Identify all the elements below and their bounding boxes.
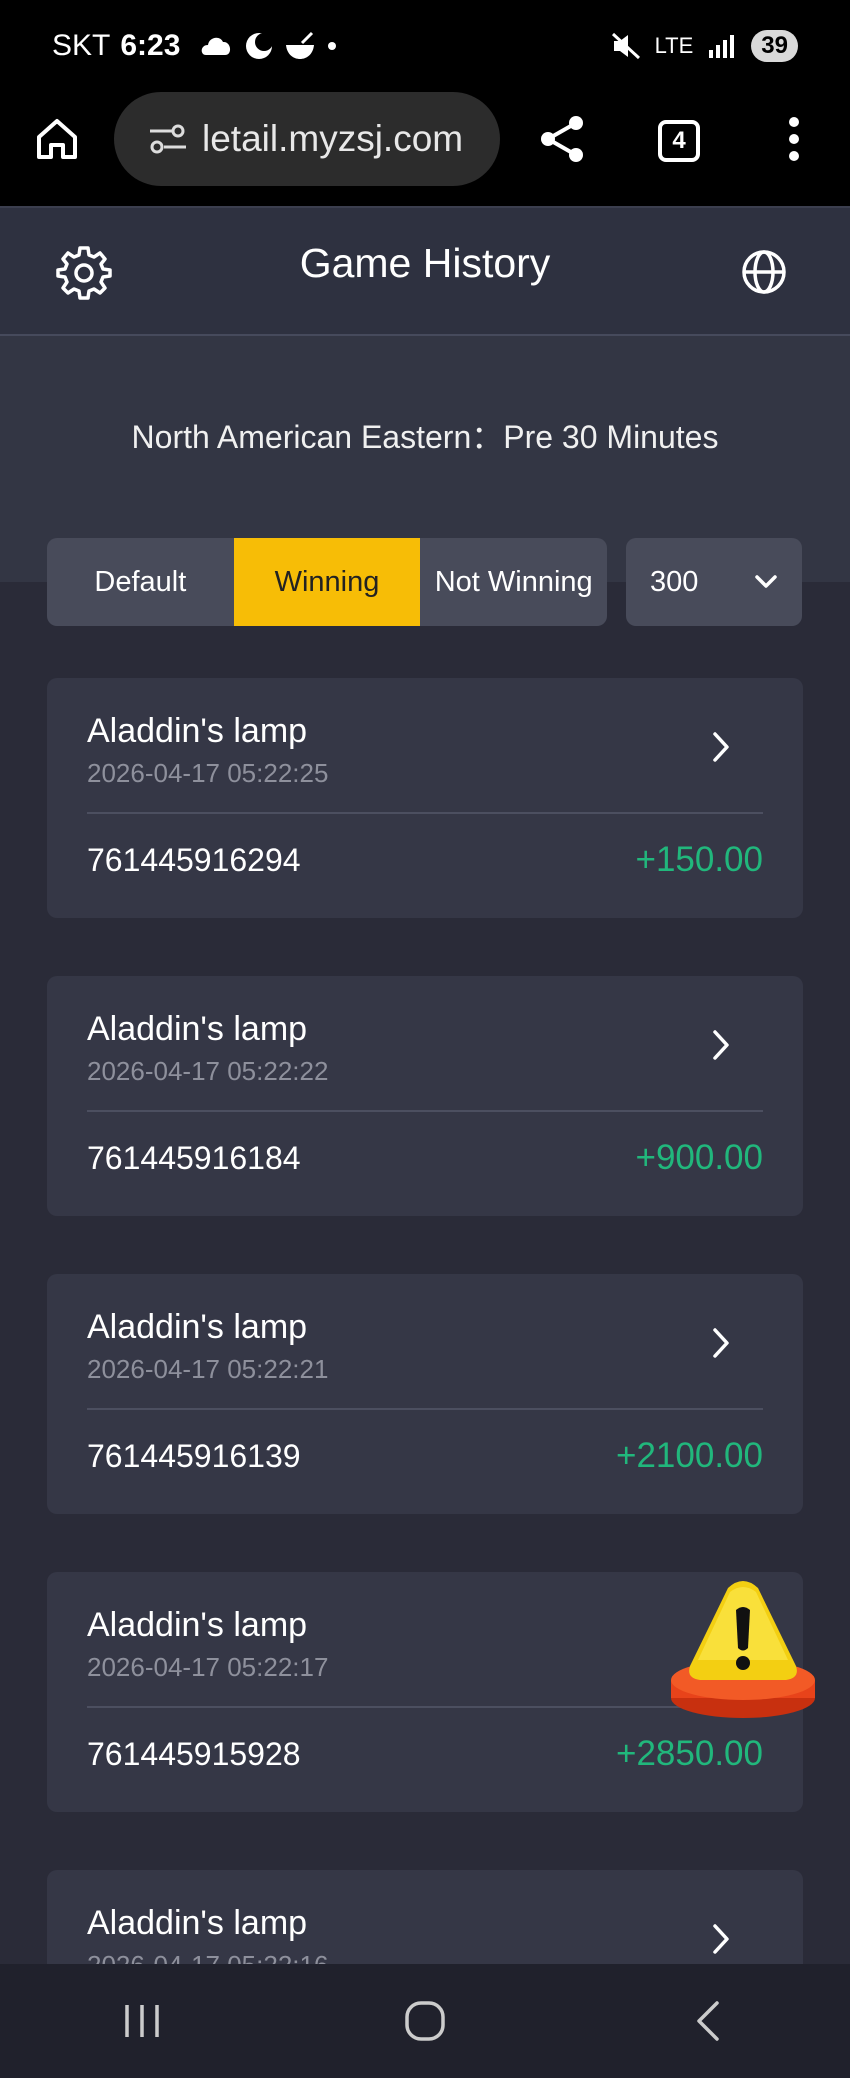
- app-header: Game History: [0, 206, 850, 336]
- network-type: LTE: [654, 33, 694, 58]
- record-time: 2026-04-17 05:22:16: [87, 1950, 328, 1964]
- filter-winning-button[interactable]: Winning: [233, 538, 421, 626]
- filter-not-winning-button[interactable]: Not Winning: [420, 538, 607, 626]
- win-amount: +150.00: [635, 840, 764, 879]
- timezone-label: North American Eastern：Pre 30 Minutes: [131, 419, 719, 455]
- clock: 6:23: [120, 29, 181, 62]
- game-name: Aladdin's lamp: [87, 1010, 308, 1048]
- home-icon[interactable]: [34, 116, 80, 162]
- browser-toolbar: letail.myzsj.com 4: [0, 92, 850, 206]
- address-bar[interactable]: letail.myzsj.com: [114, 92, 500, 186]
- record-time: 2026-04-17 05:22:25: [87, 758, 329, 788]
- order-number: 761445915928: [87, 1736, 301, 1772]
- battery-level: 39: [751, 30, 798, 62]
- divider: [87, 1110, 763, 1112]
- count-value: 300: [650, 565, 699, 598]
- filter-default-button[interactable]: Default: [47, 538, 234, 626]
- chevron-down-icon: [755, 575, 777, 588]
- chevron-right-icon[interactable]: [707, 1028, 735, 1062]
- game-name: Aladdin's lamp: [87, 1308, 308, 1346]
- record-time: 2026-04-17 05:22:17: [87, 1652, 329, 1682]
- order-number: 761445916184: [87, 1140, 301, 1176]
- back-icon[interactable]: [678, 1996, 738, 2046]
- order-number: 761445916294: [87, 842, 301, 878]
- order-number: 761445916139: [87, 1438, 301, 1474]
- signal-icon: [709, 35, 735, 58]
- count-select[interactable]: 300: [626, 538, 802, 626]
- moon-icon: [246, 33, 274, 59]
- win-amount: +2100.00: [616, 1436, 763, 1475]
- more-menu-icon[interactable]: [784, 116, 804, 162]
- win-amount: +900.00: [635, 1138, 764, 1177]
- history-record[interactable]: Aladdin's lamp 2026-04-17 05:22:25 76144…: [47, 678, 803, 918]
- game-name: Aladdin's lamp: [87, 712, 308, 750]
- system-nav-bar: [0, 1964, 850, 2078]
- result-filter: Default Winning Not Winning: [47, 538, 607, 626]
- history-record[interactable]: Aladdin's lamp 2026-04-17 05:22:16: [47, 1870, 803, 1964]
- chevron-right-icon[interactable]: [707, 730, 735, 764]
- history-record[interactable]: Aladdin's lamp 2026-04-17 05:22:21 76144…: [47, 1274, 803, 1514]
- game-history-list: Aladdin's lamp 2026-04-17 05:22:25 76144…: [47, 678, 803, 1964]
- record-time: 2026-04-17 05:22:21: [87, 1354, 329, 1384]
- status-bar: SKT 6:23 LTE 39: [0, 0, 850, 92]
- win-amount: +2850.00: [616, 1734, 763, 1773]
- bowl-icon: [286, 31, 315, 59]
- tabs-icon[interactable]: 4: [658, 120, 700, 162]
- game-name: Aladdin's lamp: [87, 1904, 308, 1942]
- dot-icon: [328, 42, 337, 50]
- url-text: letail.myzsj.com: [202, 118, 464, 159]
- divider: [87, 1408, 763, 1410]
- share-icon[interactable]: [538, 114, 588, 164]
- divider: [87, 812, 763, 814]
- warning-icon[interactable]: [668, 1576, 818, 1726]
- home-circle-icon[interactable]: [395, 1996, 455, 2046]
- globe-icon[interactable]: [740, 248, 788, 296]
- history-record[interactable]: Aladdin's lamp 2026-04-17 05:22:22 76144…: [47, 976, 803, 1216]
- record-time: 2026-04-17 05:22:22: [87, 1056, 329, 1086]
- site-settings-icon[interactable]: [148, 121, 188, 157]
- page-title: Game History: [299, 240, 551, 286]
- game-name: Aladdin's lamp: [87, 1606, 308, 1644]
- chevron-right-icon[interactable]: [707, 1326, 735, 1360]
- chevron-right-icon[interactable]: [707, 1922, 735, 1956]
- carrier-label: SKT: [52, 29, 111, 62]
- recents-icon[interactable]: [112, 1996, 172, 2046]
- divider: [87, 1706, 763, 1708]
- cloud-icon: [202, 37, 231, 55]
- tab-count: 4: [672, 127, 686, 154]
- mute-icon: [611, 32, 640, 60]
